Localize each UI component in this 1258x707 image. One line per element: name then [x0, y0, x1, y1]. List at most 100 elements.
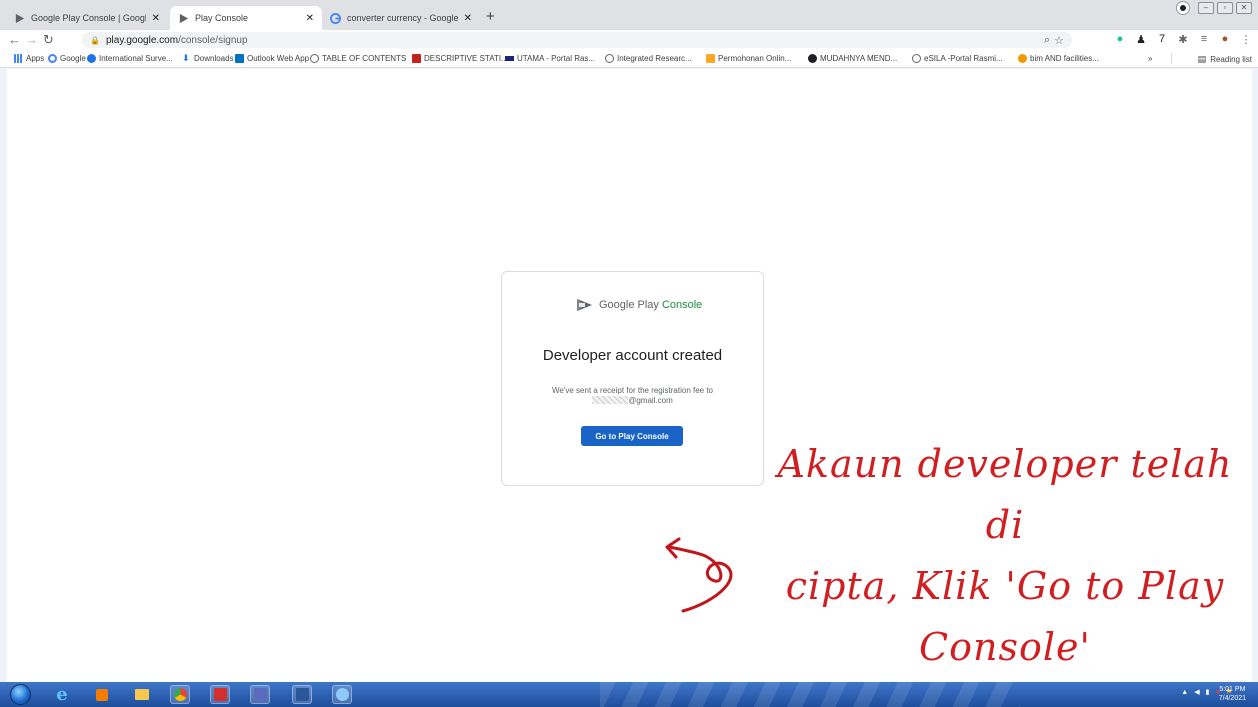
- page-icon: [412, 54, 421, 63]
- extension-bar: ● ♟ 7 ✱ ≡ ● ⋮: [1114, 33, 1252, 46]
- window-controls: – ▫ ✕: [1177, 2, 1252, 14]
- play-console-logo-icon: [577, 299, 592, 311]
- bookmark-table-of-contents[interactable]: TABLE OF CONTENTS: [310, 54, 406, 63]
- bookmark-apps[interactable]: Apps: [14, 54, 44, 63]
- bookmark-international-surve[interactable]: International Surve...: [87, 54, 173, 63]
- bookmark-permohonan-onlin[interactable]: Permohonan Onlin...: [706, 54, 791, 63]
- apps-grid-icon: [14, 54, 23, 63]
- lock-icon: 🔒: [90, 35, 100, 45]
- bookmark-bim-facilities[interactable]: bim AND facilities...: [1018, 54, 1099, 63]
- word-icon[interactable]: [292, 685, 312, 704]
- crest-icon: [706, 54, 715, 63]
- url-host: play.google.com: [105, 34, 179, 46]
- tab-converter-currency[interactable]: converter currency - Google Sea ✕: [322, 6, 480, 30]
- bookmark-star-icon[interactable]: ☆: [1054, 34, 1064, 47]
- globe-icon: [605, 54, 614, 63]
- forward-icon[interactable]: →: [25, 32, 38, 47]
- tab-close-icon[interactable]: ✕: [152, 13, 160, 24]
- circle-icon: [808, 54, 817, 63]
- tab-close-icon[interactable]: ✕: [306, 13, 314, 24]
- profile-icon[interactable]: [1177, 2, 1189, 14]
- restore-button[interactable]: ▫: [1217, 2, 1233, 14]
- new-tab-button[interactable]: +: [486, 8, 495, 25]
- windows-taskbar: e ▲ ◀ ▮ ● ⚑ 5:01 PM 7/4/2021: [0, 682, 1258, 707]
- globe-icon: [310, 54, 319, 63]
- clock-date: 7/4/2021: [1218, 695, 1246, 702]
- close-window-button[interactable]: ✕: [1236, 2, 1252, 14]
- tab-title: Play Console: [195, 13, 249, 23]
- address-bar[interactable]: 🔒 play.google.com /console/signup ⌕ ☆: [82, 32, 1072, 48]
- extension-7-icon[interactable]: 7: [1156, 33, 1168, 45]
- media-queue-icon[interactable]: ≡: [1198, 33, 1210, 45]
- play-console-icon: [179, 13, 189, 23]
- tab-google-play-console[interactable]: Google Play Console | Google Pl.. ✕: [6, 6, 168, 30]
- network-icon[interactable]: ▮: [1206, 688, 1210, 696]
- outlook-icon: [235, 54, 244, 63]
- signup-success-card: Google Play Console Developer account cr…: [501, 271, 764, 486]
- zoom-icon[interactable]: ⌕: [1044, 34, 1050, 47]
- bookmark-downloads[interactable]: ⬇ Downloads: [182, 53, 234, 64]
- download-icon: ⬇: [182, 53, 190, 63]
- bookmark-esila-portal[interactable]: eSILA -Portal Rasmi...: [912, 54, 1003, 63]
- annotation-arrow-icon: [665, 537, 733, 613]
- menu-kebab-icon[interactable]: ⋮: [1240, 33, 1252, 46]
- bookmarks-bar: Apps Google International Surve... ⬇ Down…: [0, 50, 1258, 68]
- divider: [1171, 53, 1172, 65]
- logo-text-google-play: Google Play: [599, 299, 659, 311]
- globe-icon: [912, 54, 921, 63]
- browser-toolbar: ← → ↻ 🔒 play.google.com /console/signup …: [0, 30, 1258, 50]
- reload-icon[interactable]: ↻: [43, 32, 54, 48]
- volume-icon[interactable]: ◀: [1194, 688, 1199, 696]
- file-explorer-icon[interactable]: [132, 685, 152, 704]
- avatar[interactable]: ●: [1219, 33, 1231, 45]
- bookmark-integrated-researc[interactable]: Integrated Researc...: [605, 54, 692, 63]
- annotation-line: cipta, Klik 'Go to Play: [785, 564, 1225, 608]
- clock[interactable]: 5:01 PM 7/4/2021: [1219, 685, 1246, 703]
- tab-play-console[interactable]: Play Console ✕: [170, 6, 322, 30]
- bookmarks-overflow-button[interactable]: »: [1148, 54, 1152, 63]
- receipt-message: We've sent a receipt for the registratio…: [502, 386, 763, 406]
- start-button[interactable]: [10, 684, 31, 705]
- extension-person-icon[interactable]: ♟: [1135, 33, 1147, 46]
- tab-title: converter currency - Google Sea: [347, 13, 458, 23]
- bookmark-descriptive-stati[interactable]: DESCRIPTIVE STATI...: [412, 54, 508, 63]
- bookmark-google[interactable]: Google: [48, 54, 86, 63]
- redacted-email-mask: [592, 396, 629, 404]
- go-to-play-console-button[interactable]: Go to Play Console: [581, 426, 683, 446]
- bookmark-outlook-web-app[interactable]: Outlook Web App: [235, 54, 309, 63]
- globe-icon: [87, 54, 96, 63]
- annotation-line: Console': [919, 625, 1091, 669]
- bookmark-utama-portal[interactable]: UTAMA - Portal Ras...: [505, 54, 595, 63]
- receipt-line: We've sent a receipt for the registratio…: [551, 386, 714, 395]
- taskbar-decoration: [600, 682, 1020, 707]
- url-path: /console/signup: [178, 34, 248, 46]
- receipt-email: @gmail.com: [502, 396, 763, 406]
- receipt-email-domain: @gmail.com: [628, 396, 673, 405]
- back-icon[interactable]: ←: [8, 32, 21, 47]
- clock-time: 5:01 PM: [1219, 686, 1246, 693]
- bim-icon: [1018, 54, 1027, 63]
- grammarly-icon[interactable]: ●: [1114, 33, 1126, 45]
- tab-strip: Google Play Console | Google Pl.. ✕ Play…: [0, 0, 1258, 30]
- bookmark-mudahnya-mend[interactable]: MUDAHNYA MEND...: [808, 54, 897, 63]
- teams-icon[interactable]: [250, 685, 270, 704]
- media-player-icon[interactable]: [92, 685, 112, 704]
- tab-title: Google Play Console | Google Pl..: [31, 13, 146, 23]
- google-icon: [330, 12, 341, 24]
- page-title: Developer account created: [542, 347, 723, 364]
- tray-expand-icon[interactable]: ▲: [1181, 689, 1188, 696]
- tab-close-icon[interactable]: ✕: [464, 13, 472, 24]
- reading-list-button[interactable]: ▤ Reading list: [1198, 54, 1252, 65]
- annotation-line: Akaun developer telah di: [777, 442, 1233, 547]
- extensions-puzzle-icon[interactable]: ✱: [1177, 33, 1189, 46]
- play-console-logo: Google Play Console: [576, 298, 702, 312]
- play-console-icon: [15, 13, 25, 23]
- paint-icon[interactable]: [332, 685, 352, 704]
- acrobat-icon[interactable]: [210, 685, 230, 704]
- minimize-button[interactable]: –: [1198, 2, 1214, 14]
- reading-list-icon: ▤: [1197, 54, 1207, 64]
- chrome-icon[interactable]: [170, 685, 190, 704]
- handwritten-annotation: Akaun developer telah di cipta, Klik 'Go…: [770, 434, 1240, 678]
- internet-explorer-icon[interactable]: e: [52, 684, 72, 705]
- logo-text-console: Console: [661, 299, 703, 311]
